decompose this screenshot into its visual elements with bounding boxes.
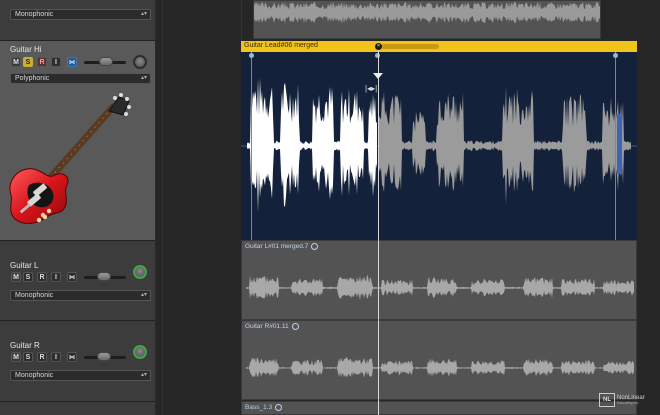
track-headers: Monophonic ▴▾ Guitar Hi M S R I ⋈ Polyph…	[0, 0, 155, 415]
region-highlight	[381, 44, 439, 49]
grid-line	[162, 0, 163, 415]
input-monitoring-icon[interactable]: ⋈	[67, 272, 77, 282]
input-monitor-button[interactable]: I	[51, 272, 61, 282]
pan-knob[interactable]	[133, 345, 147, 359]
region-guitar-r[interactable]: Guitar R#01.11	[241, 320, 637, 400]
volume-slider-knob[interactable]	[99, 57, 113, 66]
playhead[interactable]	[378, 50, 379, 415]
input-monitor-button[interactable]: I	[51, 57, 61, 67]
waveform	[254, 1, 600, 24]
input-monitor-button[interactable]: I	[51, 352, 61, 362]
waveform-end-marker	[617, 114, 622, 174]
track-mode-label: Monophonic	[15, 292, 54, 299]
volume-slider-knob[interactable]	[97, 272, 111, 281]
mute-button[interactable]: M	[11, 352, 21, 362]
close-icon[interactable]: ×	[375, 43, 382, 50]
volume-slider-knob[interactable]	[97, 352, 111, 361]
region-top[interactable]	[253, 0, 601, 39]
mute-button[interactable]: M	[11, 57, 21, 67]
region-edge-marker	[251, 52, 252, 240]
region-edge-marker	[615, 52, 616, 240]
loop-icon	[311, 243, 319, 250]
input-monitoring-icon[interactable]: ⋈	[67, 57, 77, 67]
electric-guitar-icon	[9, 93, 131, 224]
region-name[interactable]: Guitar L#01 merged.7	[245, 243, 319, 250]
solo-button[interactable]: S	[23, 352, 33, 362]
track-mode-dropdown[interactable]: Monophonic ▴▾	[10, 9, 151, 20]
record-button[interactable]: R	[37, 57, 47, 67]
chevron-updown-icon: ▴▾	[140, 11, 147, 17]
track-name[interactable]: Guitar Hi	[10, 45, 42, 54]
watermark-tagline: Educating Inc.	[617, 401, 640, 405]
region-name[interactable]: Bass_1.3	[245, 404, 283, 411]
divider	[0, 401, 155, 402]
record-button[interactable]: R	[37, 272, 47, 282]
solo-button[interactable]: S	[23, 272, 33, 282]
record-button[interactable]: R	[37, 352, 47, 362]
trim-cursor-icon: |◂▸|	[365, 84, 378, 93]
watermark-logo: NL	[599, 393, 615, 407]
waveform	[241, 78, 637, 213]
waveform	[246, 275, 634, 300]
pan-knob[interactable]	[133, 55, 147, 69]
region-bass[interactable]: Bass_1.3	[241, 401, 637, 415]
region-name[interactable]: Guitar R#01.11	[245, 323, 299, 330]
edge-handle[interactable]	[249, 53, 254, 58]
track-header-top[interactable]: Monophonic ▴▾	[0, 0, 155, 40]
region-guitar-lead-selected[interactable]	[241, 41, 637, 240]
input-monitoring-icon[interactable]: ⋈	[67, 352, 77, 362]
track-mode-dropdown[interactable]: Monophonic ▴▾	[10, 370, 151, 381]
chevron-updown-icon: ▴▾	[140, 292, 147, 298]
solo-button[interactable]: S	[23, 57, 33, 67]
track-header-guitar-hi[interactable]: Guitar Hi M S R I ⋈ Polyphonic ▴▾	[0, 41, 155, 240]
loop-icon	[275, 404, 283, 411]
loop-icon	[291, 323, 299, 330]
region-name[interactable]: Guitar Lead#06 merged	[244, 42, 318, 49]
track-header-guitar-l[interactable]: Guitar L M S R I ⋈ Monophonic ▴▾	[0, 241, 155, 320]
region-header-bar[interactable]: Guitar Lead#06 merged ×	[241, 41, 637, 52]
track-mode-dropdown[interactable]: Polyphonic ▴▾	[10, 73, 151, 84]
track-name[interactable]: Guitar L	[10, 261, 38, 270]
track-mode-dropdown[interactable]: Monophonic ▴▾	[10, 290, 151, 301]
track-mode-label: Polyphonic	[15, 75, 50, 82]
waveform	[246, 357, 634, 378]
pan-knob[interactable]	[133, 265, 147, 279]
track-mode-label: Monophonic	[15, 372, 54, 379]
mute-button[interactable]: M	[11, 272, 21, 282]
track-mode-label: Monophonic	[15, 11, 54, 18]
edge-handle[interactable]	[613, 53, 618, 58]
track-header-guitar-r[interactable]: Guitar R M S R I ⋈ Monophonic ▴▾	[0, 321, 155, 401]
track-name[interactable]: Guitar R	[10, 341, 40, 350]
playhead-marker-icon[interactable]	[373, 73, 383, 79]
watermark: NL NonLinear Educating Inc.	[599, 393, 645, 407]
region-guitar-l[interactable]: Guitar L#01 merged.7	[241, 240, 637, 320]
chevron-updown-icon: ▴▾	[140, 372, 147, 378]
chevron-updown-icon: ▴▾	[140, 75, 147, 81]
